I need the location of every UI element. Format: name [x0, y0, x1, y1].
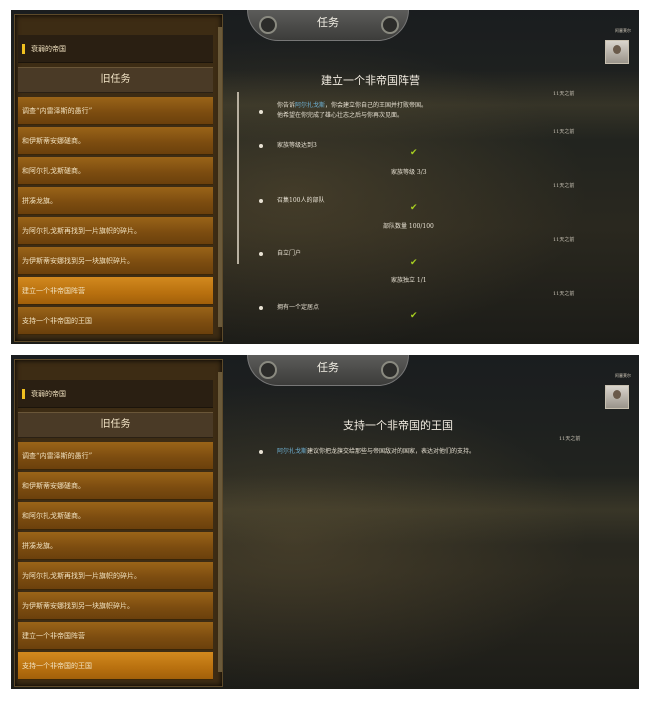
- list-item[interactable]: 和阿尔扎戈斯磋商。: [18, 502, 213, 530]
- list-item[interactable]: 为阿尔扎戈斯再找到一片旗帜的碎片。: [18, 217, 213, 245]
- list-item-selected[interactable]: 支持一个非帝国的王国: [18, 652, 213, 680]
- timestamp: 11天之前: [553, 183, 575, 189]
- list-item[interactable]: 和伊斯蒂安娜磋商。: [18, 127, 213, 155]
- list-item[interactable]: 支持一个非帝国的王国: [18, 307, 213, 335]
- quest-title: 支持一个非帝国的王国: [343, 419, 453, 432]
- avatar[interactable]: [605, 40, 629, 64]
- desc-text: ，你会建立你自己的王国并打败帝国。: [325, 102, 428, 109]
- objective-2: 召集100人的部队: [277, 197, 325, 204]
- current-quest-item[interactable]: 衰弱的帝国: [18, 35, 213, 63]
- ornament-icon: [259, 361, 277, 379]
- old-quests-header: 旧任务: [18, 67, 213, 93]
- list-item[interactable]: 和伊斯蒂安娜磋商。: [18, 472, 213, 500]
- quest-panel-bottom: 衰弱的帝国 旧任务 调查“内雷泽斯的愚行” 和伊斯蒂安娜磋商。 和阿尔扎戈斯磋商…: [11, 355, 639, 689]
- bullet-icon: [259, 110, 263, 114]
- timestamp: 11天之前: [553, 129, 575, 135]
- bullet-icon: [259, 144, 263, 148]
- old-quests-header: 旧任务: [18, 412, 213, 438]
- check-icon: ✔: [410, 258, 418, 268]
- list-item[interactable]: 和阿尔扎戈斯磋商。: [18, 157, 213, 185]
- ornament-icon: [381, 16, 399, 34]
- list-item[interactable]: 建立一个非帝国阵营: [18, 622, 213, 650]
- objective-1: 家族等级达到3: [277, 142, 317, 149]
- progress-2: 部队数量 100/100: [383, 223, 434, 230]
- exclamation-icon: [22, 389, 25, 399]
- ornament-icon: [259, 16, 277, 34]
- desc-text: 建议你把龙旗交给那些与帝国敌对的国家，表达对他们的支持。: [307, 448, 476, 455]
- current-quest-item[interactable]: 衰弱的帝国: [18, 380, 213, 408]
- avatar[interactable]: [605, 385, 629, 409]
- page-title: 任务: [317, 361, 339, 374]
- list-item[interactable]: 调查“内雷泽斯的愚行”: [18, 442, 213, 470]
- avatar-label: 阿塞莱尔: [615, 28, 631, 33]
- quest-title: 建立一个非帝国阵营: [321, 74, 420, 87]
- ornament-icon: [381, 361, 399, 379]
- page-title: 任务: [317, 16, 339, 29]
- character-name-link[interactable]: 阿尔扎戈斯: [295, 102, 325, 109]
- timestamp: 11天之前: [553, 237, 575, 243]
- list-item[interactable]: 拼凑龙旗。: [18, 187, 213, 215]
- quest-list: 衰弱的帝国 旧任务 调查“内雷泽斯的愚行” 和伊斯蒂安娜磋商。 和阿尔扎戈斯磋商…: [14, 359, 223, 687]
- bullet-icon: [259, 252, 263, 256]
- background-scene: [221, 475, 639, 545]
- check-icon: ✔: [410, 203, 418, 213]
- timeline-line: [237, 92, 239, 264]
- timestamp: 11天之前: [559, 436, 581, 442]
- exclamation-icon: [22, 44, 25, 54]
- objective-3: 自立门户: [277, 250, 302, 257]
- desc-text: 你告诉: [277, 102, 296, 109]
- quest-list: 衰弱的帝国 旧任务 调查“内雷泽斯的愚行” 和伊斯蒂安娜磋商。 和阿尔扎戈斯磋商…: [14, 14, 223, 342]
- scrollbar-thumb[interactable]: [218, 27, 222, 327]
- list-item[interactable]: 拼凑龙旗。: [18, 532, 213, 560]
- list-item[interactable]: 为伊斯蒂安娜找到另一块旗帜碎片。: [18, 247, 213, 275]
- list-item[interactable]: 调查“内雷泽斯的愚行”: [18, 97, 213, 125]
- timestamp: 11天之前: [553, 291, 575, 297]
- quest-description: 阿尔扎戈斯建议你把龙旗交给那些与帝国敌对的国家，表达对他们的支持。: [277, 446, 475, 455]
- avatar-label: 阿塞莱尔: [615, 373, 631, 378]
- list-item[interactable]: 为伊斯蒂安娜找到另一块旗帜碎片。: [18, 592, 213, 620]
- progress-3: 家族独立 1/1: [391, 277, 427, 284]
- timestamp: 11天之前: [553, 91, 575, 97]
- scrollbar-thumb[interactable]: [218, 372, 222, 672]
- current-quest-label: 衰弱的帝国: [31, 390, 66, 398]
- progress-1: 家族等级 3/3: [391, 169, 427, 176]
- objective-4: 拥有一个定居点: [277, 304, 320, 311]
- list-item[interactable]: 为阿尔扎戈斯再找到一片旗帜的碎片。: [18, 562, 213, 590]
- quest-description-line2: 他希望在你完成了雄心壮志之后与你再次见面。: [277, 112, 404, 119]
- bullet-icon: [259, 306, 263, 310]
- check-icon: ✔: [410, 311, 418, 321]
- check-icon: ✔: [410, 148, 418, 158]
- character-name-link[interactable]: 阿尔扎戈斯: [277, 448, 307, 455]
- quest-panel-top: 衰弱的帝国 旧任务 调查“内雷泽斯的愚行” 和伊斯蒂安娜磋商。 和阿尔扎戈斯磋商…: [11, 10, 639, 344]
- list-item-selected[interactable]: 建立一个非帝国阵营: [18, 277, 213, 305]
- current-quest-label: 衰弱的帝国: [31, 45, 66, 53]
- scrollbar[interactable]: [218, 372, 222, 672]
- quest-description: 你告诉阿尔扎戈斯，你会建立你自己的王国并打败帝国。: [277, 100, 427, 109]
- scrollbar[interactable]: [218, 27, 222, 327]
- bullet-icon: [259, 199, 263, 203]
- bullet-icon: [259, 450, 263, 454]
